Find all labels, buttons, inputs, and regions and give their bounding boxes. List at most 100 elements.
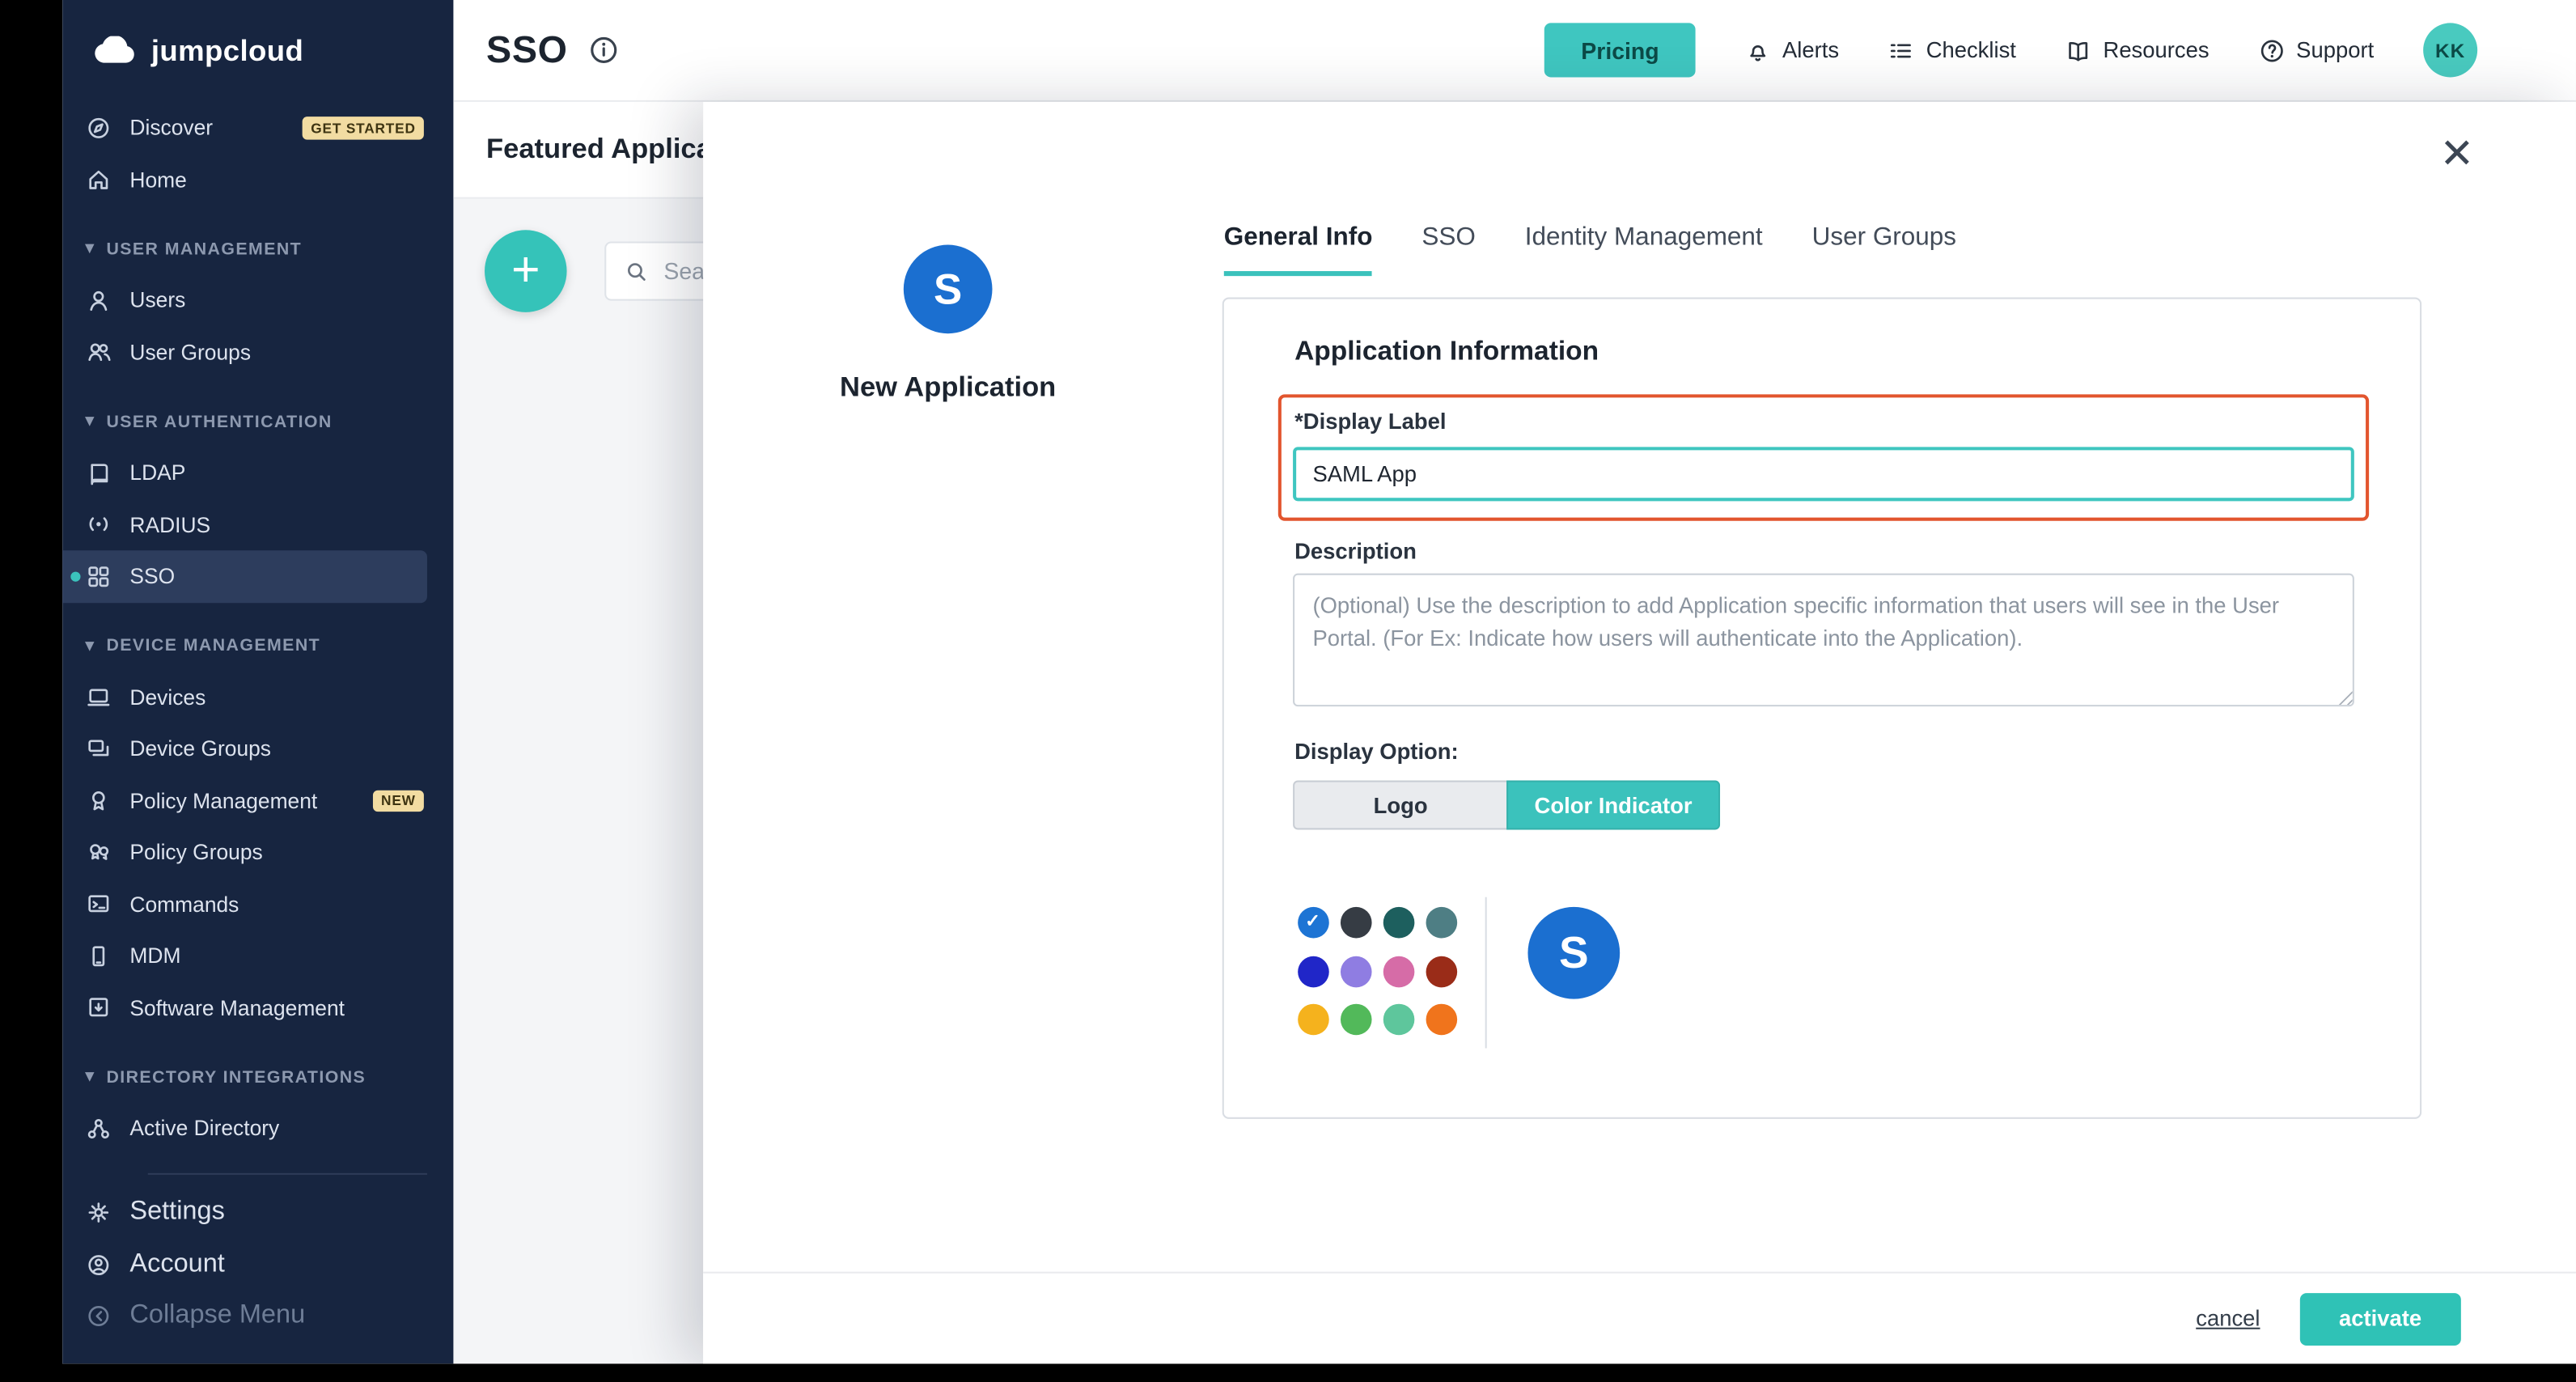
sidebar-item-devices[interactable]: Devices xyxy=(62,672,453,723)
color-swatch[interactable] xyxy=(1383,1004,1414,1036)
application-information-card: Application Information *Display Label D… xyxy=(1222,298,2421,1119)
color-swatch[interactable] xyxy=(1340,956,1371,987)
policy-icon xyxy=(86,787,112,813)
resources-link[interactable]: Resources xyxy=(2065,37,2210,63)
sidebar-item-users[interactable]: Users xyxy=(62,274,453,326)
chevron-down-icon: ▾ xyxy=(86,240,95,257)
top-bar-actions: Pricing Alerts Checklist Resources Suppo… xyxy=(1545,23,2478,77)
checklist-link[interactable]: Checklist xyxy=(1888,37,2016,63)
book-icon xyxy=(2065,37,2091,63)
user-icon xyxy=(86,287,112,313)
sidebar-item-discover[interactable]: Discover GET STARTED xyxy=(62,102,453,154)
section-device-management[interactable]: ▾ DEVICE MANAGEMENT xyxy=(62,621,453,672)
pricing-button[interactable]: Pricing xyxy=(1545,23,1696,77)
segment-color-indicator[interactable]: Color Indicator xyxy=(1506,781,1720,830)
sidebar-item-home[interactable]: Home xyxy=(62,154,453,206)
jumpcloud-logo[interactable]: jumpcloud xyxy=(62,0,453,102)
sidebar-item-settings[interactable]: Settings xyxy=(62,1187,453,1239)
home-icon xyxy=(86,167,112,193)
color-swatch[interactable] xyxy=(1297,956,1328,987)
sidebar-item-policy-groups[interactable]: Policy Groups xyxy=(62,826,453,878)
tab-user-groups[interactable]: User Groups xyxy=(1812,223,1956,276)
color-swatch[interactable] xyxy=(1383,956,1414,987)
description-textarea[interactable] xyxy=(1293,574,2354,706)
sso-grid-icon xyxy=(86,563,112,589)
bell-icon xyxy=(1744,37,1770,63)
color-swatch[interactable] xyxy=(1340,1004,1371,1036)
modal-tabs: General Info SSO Identity Management Use… xyxy=(1224,223,1956,276)
section-title-label: USER AUTHENTICATION xyxy=(106,412,332,431)
sidebar-item-label: RADIUS xyxy=(129,512,210,536)
check-icon: ✓ xyxy=(1305,914,1320,931)
search-icon xyxy=(625,259,649,283)
sidebar-item-user-groups[interactable]: User Groups xyxy=(62,326,453,378)
get-started-badge: GET STARTED xyxy=(303,117,424,138)
display-label-field-label: *Display Label xyxy=(1294,409,1446,434)
sidebar-item-device-groups[interactable]: Device Groups xyxy=(62,723,453,774)
color-swatch[interactable] xyxy=(1340,907,1371,939)
sidebar-item-label: User Groups xyxy=(129,340,251,364)
featured-heading-label: Featured Applica xyxy=(486,133,703,166)
active-directory-icon xyxy=(86,1115,112,1141)
sidebar-item-label: Collapse Menu xyxy=(129,1302,305,1332)
section-directory-integrations[interactable]: ▾ DIRECTORY INTEGRATIONS xyxy=(62,1052,453,1103)
color-swatch[interactable] xyxy=(1297,1004,1328,1036)
color-swatch[interactable] xyxy=(1426,907,1457,939)
sidebar-item-label: Policy Groups xyxy=(129,840,262,864)
user-avatar[interactable]: KK xyxy=(2423,23,2477,77)
alerts-label: Alerts xyxy=(1782,38,1839,62)
segment-logo[interactable]: Logo xyxy=(1293,781,1506,830)
card-title: Application Information xyxy=(1294,337,1599,368)
color-swatch[interactable] xyxy=(1383,907,1414,939)
section-title-label: USER MANAGEMENT xyxy=(106,239,302,258)
jumpcloud-wordmark: jumpcloud xyxy=(151,34,303,69)
sidebar-divider xyxy=(148,1172,427,1174)
ldap-icon xyxy=(86,460,112,485)
add-application-button[interactable]: + xyxy=(485,230,567,312)
application-name: New Application xyxy=(751,371,1145,405)
sidebar-item-ldap[interactable]: LDAP xyxy=(62,447,453,498)
sidebar-footer: Settings Account Collapse Menu xyxy=(62,1172,453,1342)
sidebar-item-mdm[interactable]: MDM xyxy=(62,930,453,981)
sidebar-item-policy-management[interactable]: Policy Management NEW xyxy=(62,774,453,826)
section-user-management[interactable]: ▾ USER MANAGEMENT xyxy=(62,223,453,274)
question-icon xyxy=(2258,37,2284,63)
section-user-authentication[interactable]: ▾ USER AUTHENTICATION xyxy=(62,396,453,447)
sidebar-item-label: Commands xyxy=(129,892,239,916)
sidebar-item-label: Device Groups xyxy=(129,736,271,761)
chevron-down-icon: ▾ xyxy=(86,1068,95,1086)
terminal-icon xyxy=(86,891,112,917)
close-icon[interactable]: ✕ xyxy=(2440,135,2475,176)
info-icon[interactable] xyxy=(589,35,621,66)
user-group-icon xyxy=(86,339,112,365)
alerts-link[interactable]: Alerts xyxy=(1744,37,1839,63)
mdm-phone-icon xyxy=(86,943,112,969)
sidebar-item-software-management[interactable]: Software Management xyxy=(62,981,453,1033)
sidebar-item-account[interactable]: Account xyxy=(62,1239,453,1291)
support-link[interactable]: Support xyxy=(2258,37,2374,63)
color-swatch[interactable] xyxy=(1426,956,1457,987)
sidebar-item-sso[interactable]: SSO xyxy=(62,550,427,602)
color-indicator-preview: S xyxy=(1527,907,1620,999)
color-swatch-selected[interactable]: ✓ xyxy=(1297,907,1328,939)
checklist-icon xyxy=(1888,37,1914,63)
sidebar-item-active-directory[interactable]: Active Directory xyxy=(62,1103,453,1155)
sidebar-item-commands[interactable]: Commands xyxy=(62,878,453,930)
chevron-down-icon: ▾ xyxy=(86,637,95,655)
sidebar-item-label: Policy Management xyxy=(129,788,317,812)
tab-general-info[interactable]: General Info xyxy=(1224,223,1373,276)
device-group-icon xyxy=(86,736,112,761)
gear-icon xyxy=(86,1200,112,1226)
featured-applications-heading: Featured Applica xyxy=(453,102,703,199)
section-title-label: DEVICE MANAGEMENT xyxy=(106,636,320,655)
sidebar-item-radius[interactable]: RADIUS xyxy=(62,498,453,550)
color-swatch[interactable] xyxy=(1426,1004,1457,1036)
activate-button[interactable]: activate xyxy=(2299,1292,2461,1345)
display-label-input[interactable] xyxy=(1293,447,2354,501)
cancel-link[interactable]: cancel xyxy=(2196,1306,2260,1330)
sidebar-item-collapse-menu[interactable]: Collapse Menu xyxy=(62,1291,453,1342)
tab-sso[interactable]: SSO xyxy=(1421,223,1475,276)
new-badge: NEW xyxy=(373,790,424,812)
tab-identity-management[interactable]: Identity Management xyxy=(1525,223,1763,276)
sidebar-item-label: Active Directory xyxy=(129,1116,279,1140)
